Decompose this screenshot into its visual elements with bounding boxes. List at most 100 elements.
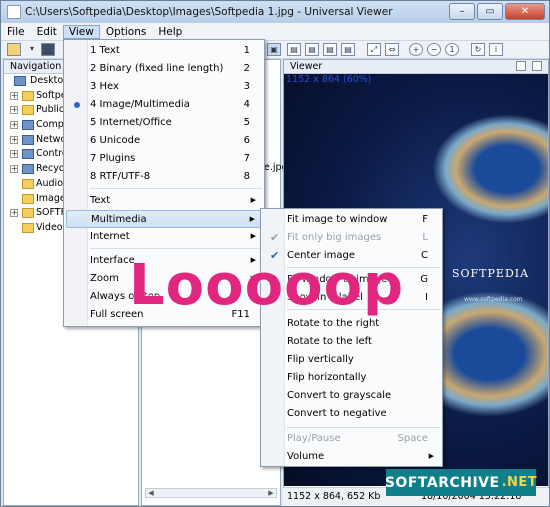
horizontal-scrollbar[interactable]: ◀ ▶: [145, 488, 277, 498]
copy-icon[interactable]: [516, 61, 526, 71]
menu-item-interface[interactable]: Interface ▶: [66, 252, 262, 270]
menu-item-fit-image[interactable]: Fit image to window F: [263, 211, 440, 229]
view-menu: 1 Text 1 2 Binary (fixed line length) 2 3 …: [63, 39, 265, 327]
menu-item-center-image[interactable]: ✔ Center image C: [263, 247, 440, 265]
title-bar: C:\Users\Softpedia\Desktop\Images\Softpe…: [1, 1, 549, 23]
expand-icon[interactable]: +: [10, 150, 18, 159]
expand-icon[interactable]: +: [10, 135, 18, 144]
menu-separator: [287, 309, 440, 310]
computer-icon: [22, 120, 34, 131]
rotate-icon[interactable]: ↻: [471, 43, 485, 56]
mode-binary-icon[interactable]: ▤: [305, 43, 319, 56]
expand-icon[interactable]: +: [10, 209, 18, 218]
menu-help[interactable]: Help: [152, 25, 188, 39]
submenu-arrow-icon: ▶: [250, 274, 256, 282]
mode-image-icon[interactable]: ▣: [267, 43, 281, 56]
submenu-arrow-icon: ▶: [249, 215, 255, 223]
folder-icon: [22, 208, 34, 219]
menu-item-text-submenu[interactable]: Text ▶: [66, 192, 262, 210]
menu-item-text-mode[interactable]: 1 Text 1: [66, 42, 262, 60]
menu-separator: [90, 188, 262, 189]
open-folder-icon[interactable]: [7, 43, 21, 56]
zoom-out-icon[interactable]: −: [427, 43, 441, 56]
menu-options[interactable]: Options: [100, 25, 153, 39]
menu-item-negative[interactable]: Convert to negative: [263, 405, 440, 423]
menu-edit[interactable]: Edit: [31, 25, 63, 39]
menu-item-plugins-mode[interactable]: 7 Plugins 7: [66, 150, 262, 168]
menu-item-hex-mode[interactable]: 3 Hex 3: [66, 78, 262, 96]
image-info: 1152 x 864 (60%): [286, 74, 372, 85]
folder-icon: [22, 105, 34, 116]
submenu-arrow-icon: ▶: [250, 196, 256, 204]
menu-item-fit-big-images: ✔ Fit only big images L: [270, 231, 428, 244]
folder-icon: [22, 178, 34, 189]
menu-item-flip-vertical[interactable]: Flip vertically: [263, 351, 440, 369]
menu-view[interactable]: View: [62, 24, 100, 39]
folder-icon: [22, 193, 34, 204]
app-window: C:\Users\Softpedia\Desktop\Images\Softpe…: [0, 0, 550, 507]
image-url-text: www.softpedia.com: [464, 296, 523, 303]
menu-file[interactable]: File: [1, 25, 31, 39]
expand-icon[interactable]: +: [10, 106, 18, 115]
menu-item-play-pause: Play/Pause Space: [287, 433, 428, 444]
menu-item-show-in-label[interactable]: ✔ Show in a label I: [263, 289, 440, 307]
scroll-right-icon[interactable]: ▶: [266, 489, 276, 497]
folder-icon: [22, 90, 34, 101]
pin-icon[interactable]: [532, 61, 542, 71]
checkmark-icon: ✔: [270, 231, 280, 244]
mode-unicode-icon[interactable]: ▤: [341, 43, 355, 56]
mode-text-icon[interactable]: ▤: [287, 43, 301, 56]
menu-item-rotate-right[interactable]: Rotate to the right: [263, 315, 440, 333]
menu-separator: [90, 248, 262, 249]
window-title: C:\Users\Softpedia\Desktop\Images\Softpe…: [25, 6, 393, 18]
expand-icon[interactable]: +: [10, 121, 18, 130]
dropdown-arrow-icon[interactable]: ▾: [25, 43, 39, 56]
info-icon[interactable]: i: [489, 43, 503, 56]
menu-item-binary-mode[interactable]: 2 Binary (fixed line length) 2: [66, 60, 262, 78]
menu-item-unicode-mode[interactable]: 6 Unicode 6: [66, 132, 262, 150]
menu-item-flip-horizontal[interactable]: Flip horizontally: [263, 369, 440, 387]
menu-separator: [287, 267, 440, 268]
submenu-arrow-icon: ▶: [250, 232, 256, 240]
control-panel-icon: [22, 149, 34, 160]
menu-item-volume[interactable]: Volume ▶: [263, 448, 440, 466]
expand-icon[interactable]: +: [10, 91, 18, 100]
zoom-in-icon[interactable]: +: [409, 43, 423, 56]
menu-item-full-screen[interactable]: Full screen F11: [66, 306, 262, 324]
submenu-arrow-icon: ▶: [250, 256, 256, 264]
recycle-bin-icon: [22, 164, 34, 175]
scroll-left-icon[interactable]: ◀: [146, 489, 156, 497]
menu-item-fit-window[interactable]: Fit window to image G: [263, 271, 440, 289]
fit-width-icon[interactable]: ⇔: [385, 43, 399, 56]
minimize-button[interactable]: –: [449, 3, 475, 20]
menu-item-internet-mode[interactable]: 5 Internet/Office 5: [66, 114, 262, 132]
menu-item-multimedia-submenu[interactable]: Multimedia ▶: [66, 210, 262, 228]
image-brand-text: SOFTPEDIA: [452, 267, 530, 280]
save-icon[interactable]: [41, 43, 55, 56]
menu-item-image-mode[interactable]: 4 Image/Multimedia 4: [66, 96, 262, 114]
mode-hex-icon[interactable]: ▤: [323, 43, 337, 56]
viewer-title: Viewer: [290, 61, 323, 72]
app-icon: [7, 5, 21, 19]
navigation-title: Navigation: [10, 61, 62, 72]
viewer-header: Viewer: [284, 60, 548, 74]
menu-item-zoom[interactable]: Zoom ▶: [66, 270, 262, 288]
menu-separator: [287, 427, 440, 428]
menu-item-always-on-top[interactable]: Always on top: [66, 288, 262, 306]
expand-icon[interactable]: +: [10, 165, 18, 174]
maximize-button[interactable]: ▭: [477, 3, 503, 20]
island-top-shape: [432, 114, 548, 224]
menu-item-grayscale[interactable]: Convert to grayscale: [263, 387, 440, 405]
folder-icon: [22, 222, 34, 233]
fit-icon[interactable]: ⤢: [367, 43, 381, 56]
multimedia-submenu: Fit image to window F ✔ Fit only big image…: [260, 208, 443, 467]
checkmark-icon: ✔: [270, 291, 280, 304]
menu-item-rtf-mode[interactable]: 8 RTF/UTF-8 8: [66, 168, 262, 186]
status-dimensions: 1152 x 864, 652 Kb: [287, 491, 381, 502]
menu-item-internet-submenu[interactable]: Internet ▶: [66, 228, 262, 246]
close-button[interactable]: ✕: [505, 3, 545, 20]
zoom-actual-icon[interactable]: 1: [445, 43, 459, 56]
desktop-icon: [14, 76, 26, 86]
submenu-arrow-icon: ▶: [428, 452, 434, 460]
menu-item-rotate-left[interactable]: Rotate to the left: [263, 333, 440, 351]
